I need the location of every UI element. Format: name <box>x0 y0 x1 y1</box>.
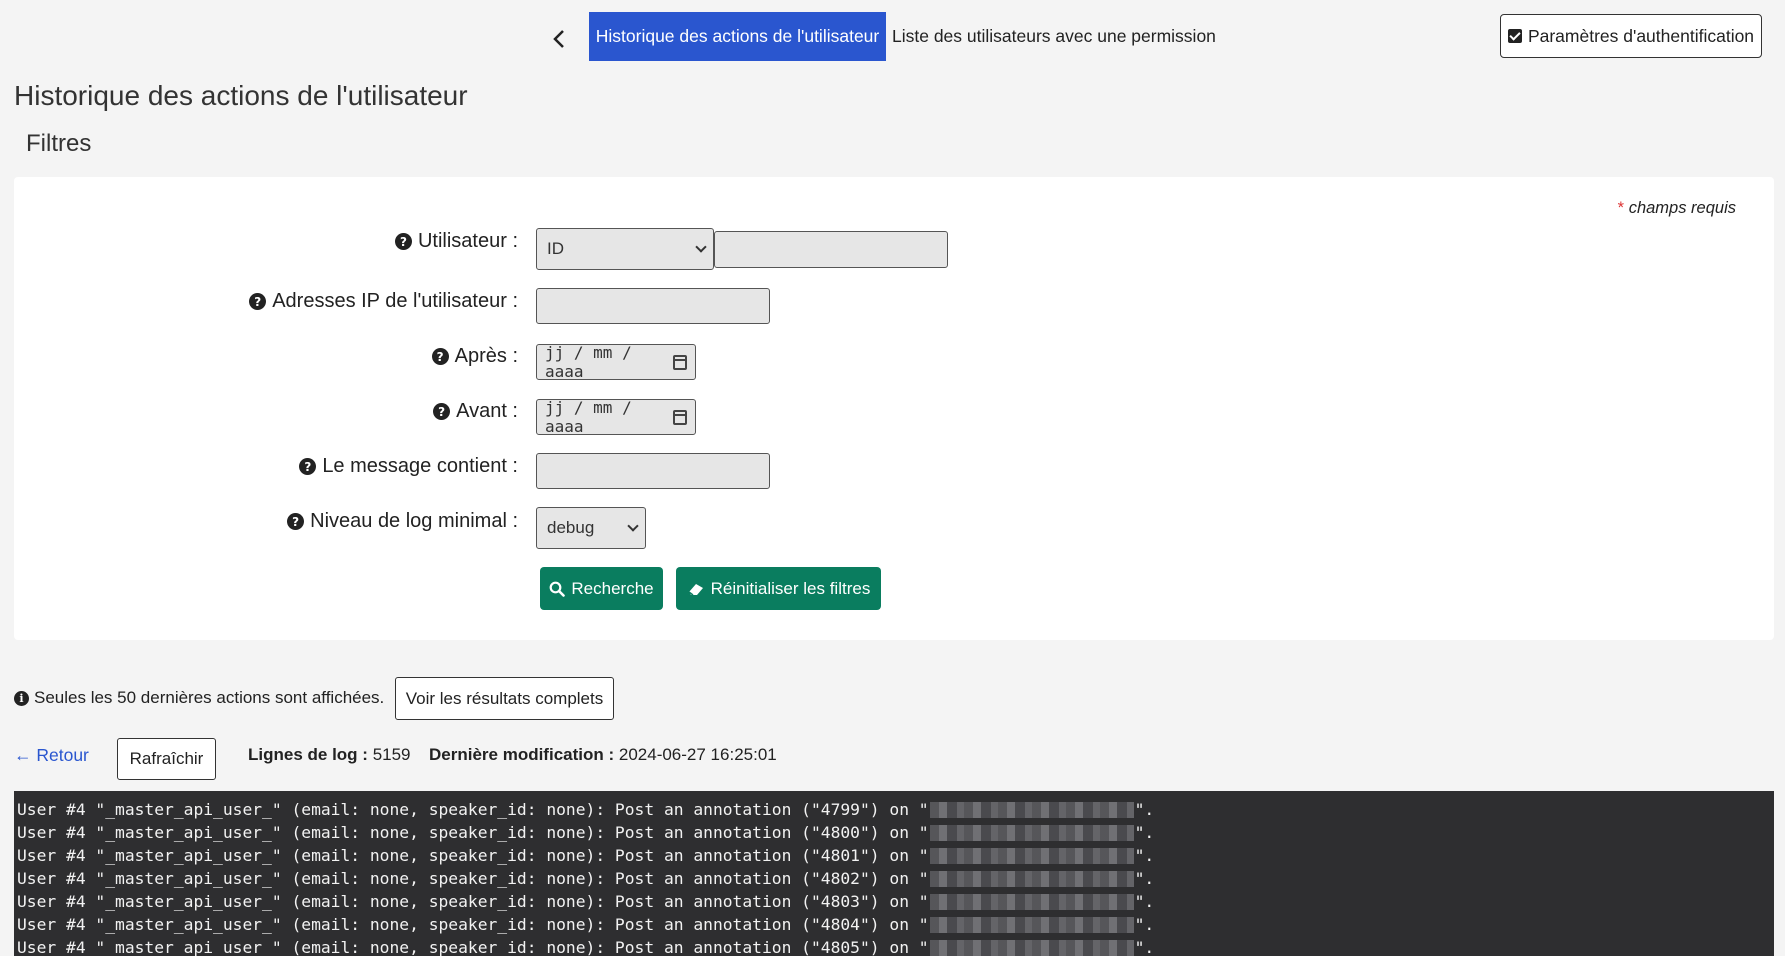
full-results-button[interactable]: Voir les résultats complets <box>395 677 614 720</box>
help-icon[interactable]: ? <box>431 348 449 365</box>
log-level-select[interactable]: debug <box>536 507 646 549</box>
log-lines-label: Lignes de log : <box>248 745 368 764</box>
filters-title: Filtres <box>26 130 92 157</box>
user-type-value: ID <box>547 239 564 258</box>
log-line-text: User #4 "_master_api_user_" (email: none… <box>17 869 929 888</box>
auth-settings-button[interactable]: Paramètres d'authentification <box>1500 14 1762 58</box>
ip-label: ? Adresses IP de l'utilisateur : <box>249 290 518 313</box>
log-line-end: ". <box>1134 869 1155 888</box>
chevron-left-icon[interactable] <box>547 24 571 54</box>
eraser-icon <box>688 583 703 596</box>
before-date-placeholder: jj / mm / aaaa <box>545 398 632 436</box>
back-link[interactable]: ← Retour <box>14 745 89 766</box>
log-line-text: User #4 "_master_api_user_" (email: none… <box>17 823 929 842</box>
info-line: i Seules les 50 dernières actions sont a… <box>14 688 384 708</box>
log-line: User #4 "_master_api_user_" (email: none… <box>14 844 1774 867</box>
user-label: ? Utilisateur : <box>394 230 518 253</box>
ip-input[interactable] <box>536 288 770 324</box>
log-level-value: debug <box>547 518 595 537</box>
log-line: User #4 "_master_api_user_" (email: none… <box>14 936 1774 956</box>
redacted-block <box>929 939 1134 956</box>
log-line-end: ". <box>1134 938 1155 956</box>
log-line-end: ". <box>1134 892 1155 911</box>
redacted-block <box>929 870 1134 887</box>
search-icon <box>549 581 566 597</box>
search-button-label: Recherche <box>571 578 654 598</box>
log-line: User #4 "_master_api_user_" (email: none… <box>14 798 1774 821</box>
redacted-block <box>929 801 1134 818</box>
help-icon[interactable]: ? <box>249 293 267 310</box>
required-note: * champs requis <box>1618 199 1736 218</box>
log-line-end: ". <box>1134 846 1155 865</box>
reset-filters-label: Réinitialiser les filtres <box>710 578 871 598</box>
user-type-select[interactable]: ID <box>536 228 714 270</box>
calendar-icon[interactable] <box>673 354 687 370</box>
last-modified-value: 2024-06-27 16:25:01 <box>618 745 777 764</box>
last-modified: Dernière modification : 2024-06-27 16:25… <box>429 745 777 765</box>
info-text: Seules les 50 dernières actions sont aff… <box>34 688 385 707</box>
after-date-input[interactable]: jj / mm / aaaa <box>536 343 696 381</box>
log-console[interactable]: User #4 "_master_api_user_" (email: none… <box>14 791 1774 956</box>
before-label-text: Avant : <box>456 400 518 422</box>
help-icon[interactable]: ? <box>287 513 305 530</box>
auth-settings-label: Paramètres d'authentification <box>1527 25 1755 46</box>
log-line-end: ". <box>1134 800 1155 819</box>
tab-users-with-permission[interactable]: Liste des utilisateurs avec une permissi… <box>892 12 1216 61</box>
top-nav: Historique des actions de l'utilisateur … <box>0 0 1785 66</box>
required-star: * <box>1617 199 1625 217</box>
log-line: User #4 "_master_api_user_" (email: none… <box>14 913 1774 936</box>
chevron-down-icon <box>627 520 639 532</box>
log-line: User #4 "_master_api_user_" (email: none… <box>14 867 1774 890</box>
last-modified-label: Dernière modification : <box>429 745 615 764</box>
log-line: User #4 "_master_api_user_" (email: none… <box>14 821 1774 844</box>
checkbox-checked-icon <box>1507 29 1522 43</box>
log-line-text: User #4 "_master_api_user_" (email: none… <box>17 800 929 819</box>
message-label: ? Le message contient : <box>299 455 518 478</box>
log-line-text: User #4 "_master_api_user_" (email: none… <box>17 938 929 956</box>
log-line-text: User #4 "_master_api_user_" (email: none… <box>17 915 929 934</box>
log-line-text: User #4 "_master_api_user_" (email: none… <box>17 846 929 865</box>
log-line-end: ". <box>1134 823 1155 842</box>
log-line: User #4 "_master_api_user_" (email: none… <box>14 890 1774 913</box>
user-label-text: Utilisateur : <box>417 230 518 252</box>
after-label: ? Après : <box>431 345 518 368</box>
redacted-block <box>929 916 1134 933</box>
redacted-block <box>929 824 1134 841</box>
log-line-end: ". <box>1134 915 1155 934</box>
page-title: Historique des actions de l'utilisateur <box>14 80 468 111</box>
before-date-input[interactable]: jj / mm / aaaa <box>536 398 696 436</box>
refresh-button[interactable]: Rafraîchir <box>117 738 216 780</box>
help-icon[interactable]: ? <box>394 233 412 250</box>
before-label: ? Avant : <box>433 400 518 423</box>
message-input[interactable] <box>536 453 770 489</box>
reset-filters-button[interactable]: Réinitialiser les filtres <box>676 567 881 610</box>
message-label-text: Le message contient : <box>322 455 518 477</box>
search-button[interactable]: Recherche <box>540 567 663 610</box>
after-label-text: Après : <box>454 345 518 367</box>
redacted-block <box>929 847 1134 864</box>
help-icon[interactable]: ? <box>299 458 317 475</box>
log-lines-value: 5159 <box>372 745 411 764</box>
log-line-text: User #4 "_master_api_user_" (email: none… <box>17 892 929 911</box>
log-lines-count: Lignes de log : 5159 <box>248 745 411 765</box>
help-icon[interactable]: ? <box>433 403 451 420</box>
user-id-input[interactable] <box>714 231 948 268</box>
required-note-text: champs requis <box>1628 199 1736 217</box>
level-label-text: Niveau de log minimal : <box>310 510 518 532</box>
tab-user-action-history[interactable]: Historique des actions de l'utilisateur <box>589 12 886 61</box>
level-label: ? Niveau de log minimal : <box>287 510 518 533</box>
filters-panel: * champs requis ? Utilisateur : ID ? Adr… <box>14 177 1774 640</box>
calendar-icon[interactable] <box>673 409 687 425</box>
info-icon: i <box>14 690 29 706</box>
redacted-block <box>929 893 1134 910</box>
ip-label-text: Adresses IP de l'utilisateur : <box>272 290 518 312</box>
chevron-down-icon <box>695 241 707 253</box>
after-date-placeholder: jj / mm / aaaa <box>545 343 632 381</box>
